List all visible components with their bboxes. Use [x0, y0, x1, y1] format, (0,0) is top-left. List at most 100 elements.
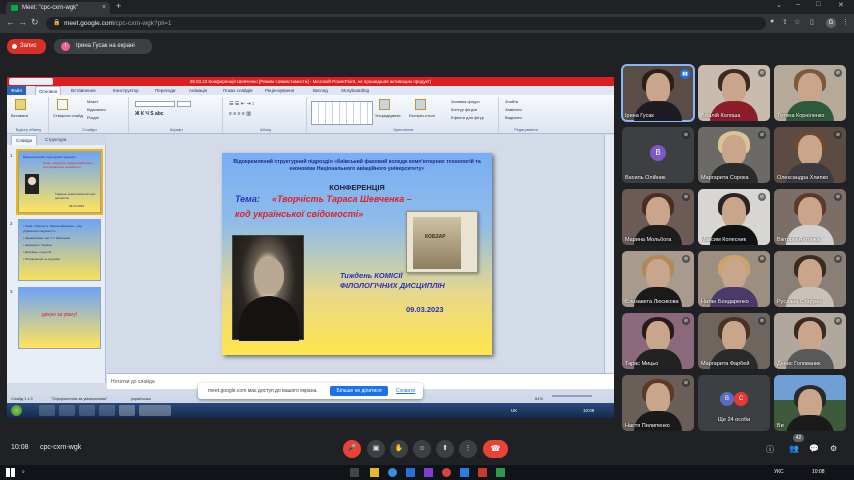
participant-tile[interactable]: ⊘ Вікторія Антонюк	[774, 189, 846, 245]
ribbon-group-font: Ж К Ч S abc Шрифт	[131, 97, 223, 132]
participant-tile[interactable]: ⊘ Маргарита Фарбей	[698, 313, 770, 369]
browser-tab-strip: Meet: "cpc-cxrn-wgk" × + ⌄ – □ ✕	[0, 0, 854, 14]
presenting-chip[interactable]: І Ірина Гусак на екрані	[54, 39, 152, 54]
edge-icon[interactable]	[388, 468, 397, 477]
back-button[interactable]: ←	[6, 17, 15, 27]
thumb3-text: дякую за увагу!	[41, 312, 78, 318]
close-window-button[interactable]: ✕	[838, 1, 844, 9]
participant-name: Тетяна Корніленко	[777, 113, 825, 119]
pp-tab-design: Конструктор	[113, 88, 139, 93]
more-participants-tile[interactable]: В С Ще 24 особи	[698, 375, 770, 431]
ribbon-group-drawing: Упорядкувати Експрес-стилі Заливка фігур…	[309, 97, 499, 132]
ribbon-group-slides: Створити слайд Макет Відновити Розділ Сл…	[51, 97, 129, 132]
participant-name: Натан Бондаренко	[701, 299, 749, 305]
profile-avatar[interactable]: G	[826, 18, 836, 28]
participant-tile[interactable]: В ⊘ Василь Олійник	[622, 127, 694, 183]
camera-in-use-icon[interactable]: ●	[770, 18, 774, 25]
participant-face	[722, 197, 746, 227]
hang-up-button[interactable]: ☎	[483, 440, 508, 458]
address-bar[interactable]: 🔒 meet.google.com/cpc-cxrn-wgk?pli=1	[46, 17, 766, 30]
participant-name: Василь Олійник	[625, 175, 666, 181]
thumb2-line: української свідомості»	[23, 229, 56, 233]
tab-search-icon[interactable]: ⌄	[776, 1, 782, 9]
tab-close-icon[interactable]: ×	[102, 2, 106, 14]
menu-dots-icon[interactable]: ⋮	[842, 18, 849, 26]
mic-toggle-button[interactable]: 🎤	[343, 440, 361, 458]
powerpoint-icon[interactable]	[478, 468, 487, 477]
self-view-tile[interactable]: Ви	[774, 375, 846, 431]
recording-label: Запис	[20, 43, 37, 49]
pp-tab-review: Рецензування	[265, 88, 295, 93]
shevchenko-portrait	[232, 235, 304, 341]
maximize-button[interactable]: □	[816, 1, 820, 8]
pp-tab-storyboarding: Storyboarding	[341, 88, 370, 93]
participant-tile[interactable]: ▮▮ Ірина Гусак	[621, 64, 695, 122]
ribbon-group-label: Буфер обміну	[15, 127, 42, 132]
search-icon[interactable]: ⌕	[22, 465, 25, 480]
side-panel-icon[interactable]: ▯	[810, 18, 814, 26]
presenter-avatar: І	[61, 42, 70, 51]
more-options-button[interactable]: ⋮	[459, 440, 477, 458]
participant-tile[interactable]: ⊘ Натан Бондаренко	[698, 251, 770, 307]
chrome-icon[interactable]	[442, 468, 451, 477]
remote-tray-time: 10:08	[583, 408, 595, 413]
url-host: meet.google.com	[64, 20, 114, 27]
participant-tile[interactable]: ⊘ Настя Пилипенко	[622, 375, 694, 431]
mic-muted-icon: ⊘	[758, 255, 766, 263]
app-icon[interactable]	[496, 468, 505, 477]
recording-badge[interactable]: Запис	[7, 39, 46, 54]
pp-vertical-scrollbar	[604, 135, 614, 383]
participant-tile[interactable]: ⊘ Єлизавета Люсикова	[622, 251, 694, 307]
participant-face	[798, 259, 822, 289]
participant-tile[interactable]: ⊘ Тетяна Корніленко	[774, 65, 846, 121]
participant-tile[interactable]: ⊘ Олександра Хлипко	[774, 127, 846, 183]
app-icon[interactable]	[460, 468, 469, 477]
raise-hand-button[interactable]: ✋	[390, 440, 408, 458]
share-icon[interactable]: ⇪	[782, 18, 788, 26]
minimize-button[interactable]: –	[796, 1, 800, 8]
participant-face	[798, 197, 822, 227]
app-icon[interactable]	[424, 468, 433, 477]
quick-styles-icon	[415, 99, 426, 110]
browser-tab[interactable]: Meet: "cpc-cxrn-wgk" ×	[6, 2, 110, 14]
quick-styles-label: Експрес-стилі	[409, 113, 435, 118]
pp-tab-file: Файл	[7, 86, 27, 95]
people-icon[interactable]: 👥	[789, 444, 799, 453]
app-icon[interactable]	[406, 468, 415, 477]
chat-icon[interactable]: 💬	[809, 444, 819, 453]
meeting-details-icon[interactable]: ⓘ	[766, 444, 774, 455]
taskbar-app-icon	[99, 405, 115, 416]
participant-avatar: В	[650, 145, 666, 161]
participant-avatar: С	[734, 392, 748, 406]
present-button[interactable]: ⬆	[436, 440, 454, 458]
reload-button[interactable]: ↻	[31, 17, 39, 28]
participant-tile[interactable]: ⊘ Максим Колесник	[698, 189, 770, 245]
participant-tile[interactable]: ⊘ Денис Голованик	[774, 313, 846, 369]
new-tab-button[interactable]: +	[116, 1, 121, 11]
hide-notice-link[interactable]: Сховати	[396, 383, 415, 399]
arrange-icon	[379, 99, 390, 110]
reactions-button[interactable]: ☺	[413, 440, 431, 458]
stop-sharing-button[interactable]: Більше не ділитися	[330, 386, 388, 396]
bookmark-star-icon[interactable]: ☆	[794, 18, 800, 26]
slide-thumbnail-2: • Тема: «Творчість Тараса Шевченка – код…	[18, 219, 101, 281]
participant-tile[interactable]: ⊘ Тарас Мицьо	[622, 313, 694, 369]
pp-tab-home: Основна	[35, 86, 62, 95]
activities-icon[interactable]: ⚙	[830, 444, 837, 453]
participant-tile[interactable]: ⊘ Руслана Старунь	[774, 251, 846, 307]
task-view-icon[interactable]	[350, 468, 359, 477]
file-explorer-icon[interactable]	[370, 468, 379, 477]
participant-tile[interactable]: ⊘ Марина Мольбога	[622, 189, 694, 245]
pp-tab-transitions: Переходи	[155, 88, 176, 93]
participant-tile[interactable]: ⊘ Маргарита Сорока	[698, 127, 770, 183]
shape-effects-label: Ефекти для фігур	[451, 115, 484, 120]
tray-lang: УКС	[774, 469, 784, 475]
quick-access-toolbar	[9, 78, 53, 85]
windows-logo-icon[interactable]	[6, 468, 15, 477]
thumb-week: Тиждень комісії філологічних дисциплін	[55, 192, 96, 200]
forward-button[interactable]: →	[18, 17, 27, 27]
mic-muted-icon: ⊘	[682, 379, 690, 387]
participant-tile[interactable]: ⊘ Віталій Колоша	[698, 65, 770, 121]
camera-toggle-button[interactable]: ▣	[367, 440, 385, 458]
current-slide: Відокремлений структурний підрозділ «Киї…	[222, 153, 492, 355]
